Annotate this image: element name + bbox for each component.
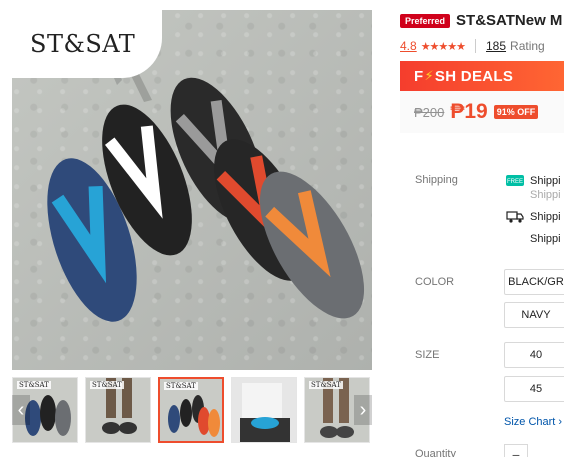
- thumbnail-4[interactable]: [231, 377, 297, 443]
- flash-deals-banner: F ⚡ SH DEALS: [400, 61, 564, 91]
- svg-text:FREE: FREE: [507, 179, 523, 185]
- thumbnail-strip: ST&SAT ST&SAT ST&SAT ST&SAT: [12, 377, 372, 443]
- thumbnail-2[interactable]: ST&SAT: [85, 377, 151, 443]
- product-title: ST&SATNew M: [456, 12, 563, 29]
- sale-price: ₱19: [450, 100, 488, 123]
- star-rating-icon: ★★★★★: [420, 40, 466, 53]
- title-row: Preferred ST&SATNew M: [400, 12, 564, 29]
- rating-label: Rating: [510, 39, 545, 53]
- gallery-next-button[interactable]: ›: [354, 395, 372, 425]
- size-option-45[interactable]: 45: [504, 376, 564, 402]
- quantity-stepper: −: [504, 444, 528, 457]
- size-label: SIZE: [415, 349, 440, 361]
- thumbnail-3-active[interactable]: ST&SAT: [158, 377, 224, 443]
- color-option-black-grey[interactable]: BLACK/GR: [504, 269, 564, 295]
- quantity-decrement-button[interactable]: −: [505, 445, 527, 457]
- gallery-prev-button[interactable]: ‹: [12, 395, 30, 425]
- chevron-left-icon: ‹: [17, 399, 25, 421]
- shipping-line-2: Shippi: [530, 211, 561, 223]
- size-chart-link[interactable]: Size Chart ›: [504, 416, 562, 428]
- thumbnail-brand: ST&SAT: [17, 381, 51, 389]
- brand-logo: ST&SAT: [30, 30, 136, 58]
- chevron-right-icon: ›: [359, 399, 367, 421]
- rating-divider: [475, 39, 476, 53]
- color-label: COLOR: [415, 276, 455, 288]
- color-option-navy[interactable]: NAVY: [504, 302, 564, 328]
- flash-prefix: F: [414, 67, 424, 85]
- main-product-image[interactable]: ST&SAT: [12, 10, 372, 370]
- original-price: ₱200: [414, 104, 445, 120]
- thumbnail-brand: ST&SAT: [309, 381, 343, 389]
- discount-badge: 91% OFF: [493, 105, 539, 119]
- free-shipping-icon: FREE: [506, 175, 524, 186]
- truck-icon: [506, 211, 524, 223]
- shipping-line-1-sub: Shippi: [530, 189, 561, 201]
- brand-logo-card: ST&SAT: [12, 10, 162, 78]
- lightning-icon: ⚡: [424, 68, 434, 83]
- quantity-label: Quantity: [415, 448, 456, 457]
- price-box: ₱200 ₱19 91% OFF: [400, 91, 564, 133]
- product-details: Preferred ST&SATNew M 4.8 ★★★★★ 185 Rati…: [400, 12, 564, 457]
- rating-count[interactable]: 185: [486, 39, 506, 53]
- shipping-line-1: Shippi: [530, 175, 561, 187]
- shipping-fee-row: Shippi Shippi: [506, 210, 561, 246]
- thumbnail-brand: ST&SAT: [164, 382, 198, 390]
- shipping-label: Shipping: [415, 174, 458, 186]
- rating-row: 4.8 ★★★★★ 185 Rating: [400, 39, 564, 53]
- size-chart-label: Size Chart: [504, 416, 556, 428]
- shipping-line-2-sub: Shippi: [530, 233, 561, 245]
- flash-suffix: SH DEALS: [434, 67, 514, 85]
- chevron-right-icon: ›: [558, 416, 563, 428]
- shipping-free-row: FREE Shippi Shippi: [506, 174, 561, 202]
- preferred-badge: Preferred: [400, 13, 451, 28]
- rating-value[interactable]: 4.8: [400, 39, 417, 53]
- size-option-40[interactable]: 40: [504, 342, 564, 368]
- thumbnail-brand: ST&SAT: [90, 381, 124, 389]
